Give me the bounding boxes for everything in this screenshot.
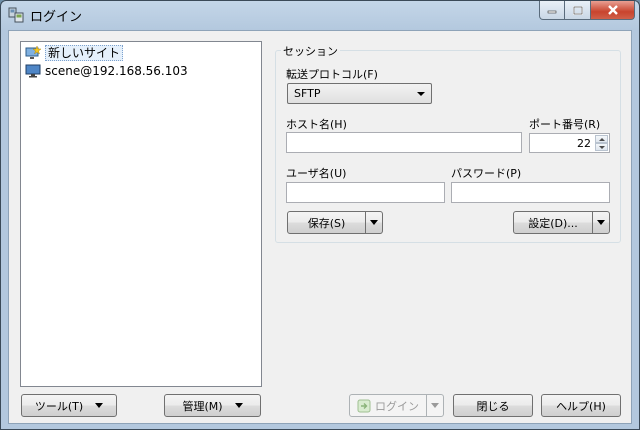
login-button-content: ログイン — [350, 398, 426, 414]
save-button[interactable]: 保存(S) — [287, 211, 383, 234]
tree-item-label: scene@192.168.56.103 — [45, 64, 188, 78]
dialog-body: 新しいサイト scene@192.168.56.103 セッション 転送プロトコ… — [8, 30, 632, 424]
title-bar[interactable]: ログイン — [1, 1, 639, 29]
tree-item-new-site[interactable]: 新しいサイト — [25, 45, 124, 61]
protocol-select[interactable]: SFTP — [287, 83, 432, 104]
close-icon — [607, 5, 618, 15]
maximize-icon — [572, 5, 583, 15]
port-value: 22 — [577, 137, 591, 150]
login-window: ログイン 新しいサイト scene@192.168.56.103 セッション 転… — [0, 0, 640, 430]
login-button-label: ログイン — [375, 399, 419, 413]
minimize-icon — [547, 10, 557, 14]
login-dropdown-arrow-icon — [427, 395, 443, 416]
close-button-label: 閉じる — [476, 399, 510, 413]
spin-up-icon[interactable] — [595, 135, 608, 143]
close-window-button[interactable] — [591, 1, 635, 20]
host-label: ホスト名(H) — [286, 118, 347, 131]
password-label: パスワード(P) — [451, 167, 522, 180]
port-spinner[interactable]: 22 — [529, 133, 610, 153]
settings-button-label: 設定(D)... — [528, 216, 578, 230]
tools-button[interactable]: ツール(T) — [21, 394, 117, 417]
protocol-value: SFTP — [294, 87, 321, 100]
site-tree[interactable]: 新しいサイト scene@192.168.56.103 — [20, 41, 262, 387]
login-button[interactable]: ログイン — [349, 394, 444, 417]
save-dropdown-arrow-icon[interactable] — [366, 212, 382, 233]
tools-button-label: ツール(T) — [34, 399, 84, 413]
help-button[interactable]: ヘルプ(H) — [541, 394, 621, 417]
port-label: ポート番号(R) — [529, 118, 601, 131]
winscp-app-icon — [8, 7, 24, 23]
user-label: ユーザ名(U) — [286, 167, 347, 180]
tree-item-label: 新しいサイト — [45, 45, 124, 61]
manage-button-label: 管理(M) — [182, 399, 223, 413]
chevron-down-icon — [417, 92, 425, 96]
spin-down-icon[interactable] — [595, 143, 608, 151]
tree-item-saved-site[interactable]: scene@192.168.56.103 — [25, 63, 188, 79]
settings-button[interactable]: 設定(D)... — [513, 211, 610, 234]
chevron-down-icon — [95, 403, 104, 408]
password-input[interactable] — [451, 182, 610, 203]
settings-dropdown-arrow-icon[interactable] — [593, 212, 609, 233]
username-input[interactable] — [286, 182, 445, 203]
save-button-label: 保存(S) — [307, 216, 346, 230]
protocol-label: 転送プロトコル(F) — [286, 68, 378, 81]
manage-button[interactable]: 管理(M) — [164, 394, 261, 417]
host-input[interactable] — [286, 132, 522, 153]
monitor-icon — [25, 64, 41, 78]
close-button[interactable]: 閉じる — [453, 394, 533, 417]
session-group-title: セッション — [281, 43, 340, 59]
minimize-button[interactable] — [539, 1, 565, 20]
window-controls — [539, 1, 635, 21]
login-icon — [357, 399, 371, 412]
window-title: ログイン — [30, 10, 83, 25]
help-button-label: ヘルプ(H) — [556, 399, 606, 413]
chevron-down-icon — [234, 403, 243, 408]
new-site-icon — [25, 46, 41, 59]
maximize-button[interactable] — [565, 1, 591, 20]
